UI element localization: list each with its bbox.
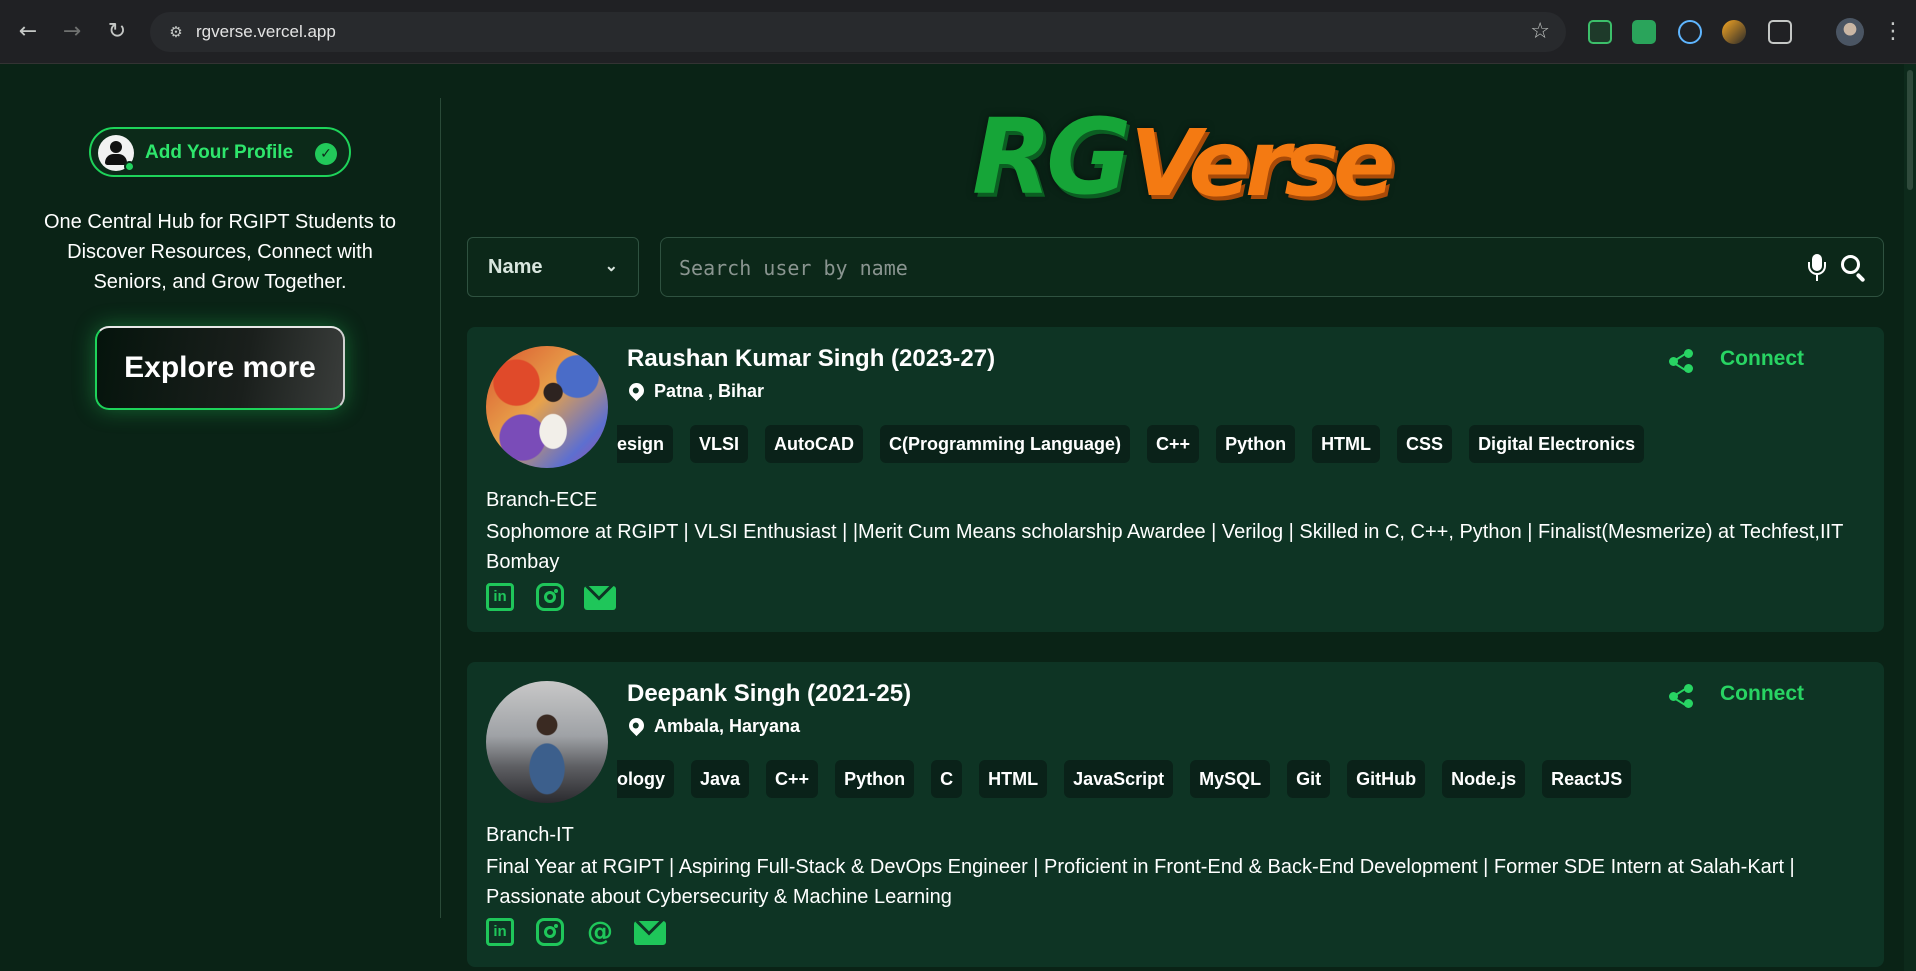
skill-tag: JavaScript	[1064, 760, 1174, 798]
skill-tag: GitHub	[1347, 760, 1426, 798]
logo-verse: Verse	[1130, 110, 1395, 217]
profile-name: Raushan Kumar Singh (2023-27)	[627, 345, 996, 372]
skill-tag: Python	[835, 760, 915, 798]
location-text: Ambala, Haryana	[654, 716, 801, 736]
sidebar-divider	[440, 98, 441, 918]
skill-tag: Node.js	[1442, 760, 1526, 798]
browser-toolbar: ← → ↻ ⚙ rgverse.vercel.app ☆ ⋮	[0, 0, 1916, 64]
url-text: rgverse.vercel.app	[196, 22, 336, 41]
skill-tag: C++	[766, 760, 819, 798]
search-input[interactable]	[679, 250, 1759, 286]
skill-tag: C	[931, 760, 963, 798]
extension-leaf-icon[interactable]	[1588, 20, 1612, 44]
profile-card: Deepank Singh (2021-25) Ambala, Haryana …	[467, 662, 1884, 967]
profile-location: Patna , Bihar	[625, 379, 765, 402]
skill-tag: Git	[1287, 760, 1331, 798]
add-profile-button[interactable]: Add Your Profile ✓	[89, 127, 351, 177]
profile-bio: Sophomore at RGIPT | VLSI Enthusiast | |…	[486, 521, 1843, 573]
share-icon[interactable]	[1669, 349, 1693, 373]
site-info-icon[interactable]: ⚙	[166, 22, 186, 42]
skill-tag: VLSI	[690, 425, 749, 463]
skill-tag: HTML	[1312, 425, 1381, 463]
extension-react-icon[interactable]	[1678, 20, 1702, 44]
verified-check-icon: ✓	[315, 143, 337, 165]
browser-profile-avatar[interactable]	[1836, 18, 1864, 46]
skill-tag: ReactJS	[1542, 760, 1632, 798]
filter-value: Name	[488, 256, 543, 278]
rgverse-logo: RG Verse	[972, 96, 1395, 218]
page-scrollbar[interactable]	[1904, 64, 1916, 971]
location-text: Patna , Bihar	[654, 381, 765, 401]
threads-icon[interactable]: @	[586, 918, 614, 946]
address-bar[interactable]: ⚙ rgverse.vercel.app ☆	[150, 12, 1566, 52]
search-icon[interactable]	[1839, 253, 1869, 283]
skill-tag: C(Programming Language)	[880, 425, 1131, 463]
profile-photo[interactable]	[486, 346, 608, 468]
scrollbar-thumb[interactable]	[1907, 70, 1913, 190]
instagram-icon[interactable]	[536, 583, 564, 611]
linkedin-icon[interactable]: in	[486, 583, 514, 611]
profile-card: Raushan Kumar Singh (2023-27) Patna , Bi…	[467, 327, 1884, 632]
forward-icon[interactable]: →	[58, 18, 86, 46]
extensions-puzzle-icon[interactable]	[1768, 20, 1792, 44]
connect-button[interactable]: Connect	[1720, 347, 1804, 371]
add-profile-label: Add Your Profile	[145, 142, 294, 163]
skill-tag: CSS	[1397, 425, 1453, 463]
profile-bio: Final Year at RGIPT | Aspiring Full-Stac…	[486, 856, 1795, 908]
tagline: One Central Hub for RGIPT Students to Di…	[43, 211, 397, 293]
logo-rg: RG	[972, 96, 1131, 218]
back-icon[interactable]: ←	[14, 18, 42, 46]
skill-tag: MySQL	[1190, 760, 1271, 798]
profile-branch: Branch-IT	[486, 824, 574, 846]
extension-orange-icon[interactable]	[1722, 20, 1746, 44]
explore-more-button[interactable]: Explore more	[95, 326, 345, 410]
skill-tag: Java	[691, 760, 750, 798]
skill-tag: AutoCAD	[765, 425, 864, 463]
skill-tag: ology	[617, 760, 674, 798]
share-icon[interactable]	[1669, 684, 1693, 708]
location-pin-icon	[625, 714, 648, 737]
skill-tag: C++	[1147, 425, 1200, 463]
location-pin-icon	[625, 379, 648, 402]
profile-photo[interactable]	[486, 681, 608, 803]
email-icon[interactable]	[634, 921, 666, 945]
skill-tag: Python	[1216, 425, 1296, 463]
bookmark-star-icon[interactable]: ☆	[1530, 20, 1550, 44]
profile-location: Ambala, Haryana	[625, 714, 801, 737]
chevron-down-icon: ⌄	[604, 258, 618, 275]
profile-name: Deepank Singh (2021-25)	[627, 680, 912, 707]
instagram-icon[interactable]	[536, 918, 564, 946]
profile-branch: Branch-ECE	[486, 489, 598, 511]
search-filter-select[interactable]: Name ⌄	[467, 237, 639, 297]
skills-row[interactable]: esign VLSI AutoCAD C(Programming Language) C…	[617, 425, 1837, 467]
connect-button[interactable]: Connect	[1720, 682, 1804, 706]
browser-menu-icon[interactable]: ⋮	[1882, 18, 1904, 46]
linkedin-icon[interactable]: in	[486, 918, 514, 946]
extension-green-icon[interactable]	[1632, 20, 1656, 44]
search-bar[interactable]	[660, 237, 1884, 297]
skill-tag: esign	[617, 425, 674, 463]
skill-tag: Digital Electronics	[1469, 425, 1645, 463]
skills-row[interactable]: ology Java C++ Python C HTML JavaScript MySQL Gi…	[617, 760, 1837, 802]
skill-tag: HTML	[979, 760, 1048, 798]
reload-icon[interactable]: ↻	[103, 18, 131, 46]
user-avatar-icon	[98, 135, 135, 172]
email-icon[interactable]	[584, 586, 616, 610]
microphone-icon[interactable]	[1807, 252, 1827, 282]
